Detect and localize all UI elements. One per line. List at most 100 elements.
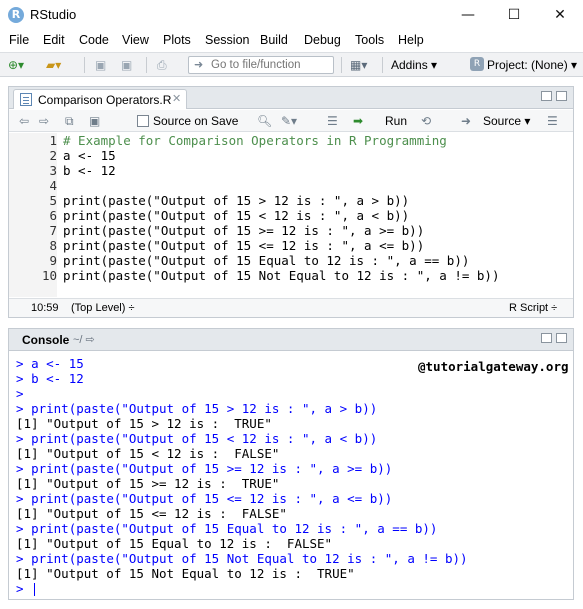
console-prompt: > xyxy=(16,356,32,371)
title-bar: R RStudio — ☐ ✕ xyxy=(0,0,583,30)
console-line-text: [1] "Output of 15 >= 12 is : TRUE" xyxy=(16,476,280,491)
r-file-icon xyxy=(20,93,32,106)
toolbar-divider xyxy=(341,57,342,73)
source-on-save-checkbox[interactable] xyxy=(137,115,149,127)
console-output-line: [1] "Output of 15 < 12 is : FALSE" xyxy=(16,446,279,461)
project-label: Project: (None) xyxy=(487,58,568,72)
console-input-line: > print(paste("Output of 15 >= 12 is : "… xyxy=(16,461,392,476)
close-button[interactable]: ✕ xyxy=(537,0,583,30)
console-line-text: b <- 12 xyxy=(31,371,84,386)
line-number: 3 xyxy=(49,163,57,178)
console-output-line: [1] "Output of 15 Not Equal to 12 is : T… xyxy=(16,566,355,581)
document-outline-icon[interactable]: ☰ xyxy=(327,113,338,129)
console-working-dir: ~/ ⇨ xyxy=(73,334,95,346)
console-output-line: [1] "Output of 15 Equal to 12 is : FALSE… xyxy=(16,536,332,551)
watermark-text: @tutorialgateway.org xyxy=(418,359,569,374)
addins-menu[interactable]: Addins ▾ xyxy=(391,58,437,72)
console-output-line: [1] "Output of 15 >= 12 is : TRUE" xyxy=(16,476,279,491)
console-input-line: > xyxy=(16,581,36,596)
print-icon[interactable]: ⎙ xyxy=(157,57,167,73)
goto-file-input[interactable] xyxy=(211,58,329,72)
console-text-cursor xyxy=(34,583,36,596)
maximize-pane-icon[interactable] xyxy=(556,91,567,101)
console-input-line: > b <- 12 xyxy=(16,371,84,386)
console-prompt: > xyxy=(16,581,32,596)
console-header: Console ~/ ⇨ xyxy=(9,329,573,351)
new-file-icon[interactable]: ⊕▾ xyxy=(8,57,24,73)
run-arrow-icon[interactable]: ➡ xyxy=(353,113,363,129)
code-line: print(paste("Output of 15 <= 12 is : ", … xyxy=(63,238,425,253)
code-editor[interactable]: 1 2 3 4 5 6 7 8 9 10 # Example for Compa… xyxy=(9,133,573,297)
close-tab-icon[interactable]: ✕ xyxy=(172,92,181,105)
editor-tab-bar: Comparison Operators.R ✕ xyxy=(9,87,573,109)
maximize-button[interactable]: ☐ xyxy=(491,0,537,30)
maximize-pane-icon[interactable] xyxy=(556,333,567,343)
run-button[interactable]: Run xyxy=(385,114,407,128)
minimize-pane-icon[interactable] xyxy=(541,91,552,101)
menu-view[interactable]: View xyxy=(122,33,149,47)
line-number-gutter: 1 2 3 4 5 6 7 8 9 10 xyxy=(9,133,57,297)
console-tab-label[interactable]: Console xyxy=(22,333,69,347)
rerun-icon[interactable]: ⟲ xyxy=(421,113,431,129)
menu-help[interactable]: Help xyxy=(398,33,424,47)
back-arrow-icon[interactable]: ⇦ xyxy=(19,113,29,129)
console-prompt: > xyxy=(16,461,32,476)
project-menu[interactable]: Project: (None) ▾ xyxy=(487,58,577,72)
save-all-icon[interactable]: ▣ xyxy=(121,57,132,73)
console-input-line: > a <- 15 xyxy=(16,356,84,371)
menu-edit[interactable]: Edit xyxy=(43,33,65,47)
editor-file-tab[interactable]: Comparison Operators.R ✕ xyxy=(13,89,187,109)
save-file-icon[interactable]: ▣ xyxy=(89,113,100,129)
console-pane: Console ~/ ⇨ @tutorialgateway.org > a <-… xyxy=(8,328,574,600)
menu-plots[interactable]: Plots xyxy=(163,33,191,47)
pane-layout-icon[interactable]: ▦▾ xyxy=(350,57,367,73)
source-editor-pane: Comparison Operators.R ✕ ⇦ ⇨ ⧉ ▣ Source … xyxy=(8,86,574,318)
forward-arrow-icon[interactable]: ⇨ xyxy=(39,113,49,129)
console-output-line: [1] "Output of 15 > 12 is : TRUE" xyxy=(16,416,272,431)
line-number: 6 xyxy=(49,208,57,223)
console-path-label: ~/ xyxy=(73,334,83,346)
open-project-icon[interactable]: ▰▾ xyxy=(46,57,61,73)
console-output[interactable]: @tutorialgateway.org > a <- 15 > b <- 12 >… xyxy=(9,352,573,600)
goto-file-field[interactable]: ➜ xyxy=(188,56,334,74)
line-number: 7 xyxy=(49,223,57,238)
console-input-line: > print(paste("Output of 15 Equal to 12 … xyxy=(16,521,437,536)
save-icon[interactable]: ▣ xyxy=(95,57,106,73)
line-number: 10 xyxy=(41,268,57,283)
console-input-line: > xyxy=(16,386,31,401)
line-number: 8 xyxy=(49,238,57,253)
source-arrow-icon[interactable]: ➜ xyxy=(461,113,471,129)
project-icon: R xyxy=(470,57,484,71)
menu-session[interactable]: Session xyxy=(205,33,249,47)
code-line: print(paste("Output of 15 >= 12 is : ", … xyxy=(63,223,425,238)
editor-toolbar: ⇦ ⇨ ⧉ ▣ Source on Save 🔍︎ ✎▾ ☰ ➡ Run ⟲ ➜… xyxy=(9,110,573,132)
console-line-text: [1] "Output of 15 < 12 is : FALSE" xyxy=(16,446,280,461)
menu-file[interactable]: File xyxy=(9,33,29,47)
code-line: print(paste("Output of 15 < 12 is : ", a… xyxy=(63,208,410,223)
toolbar-divider xyxy=(382,57,383,73)
menu-debug[interactable]: Debug xyxy=(304,33,341,47)
menu-build[interactable]: Build xyxy=(260,33,288,47)
code-line: print(paste("Output of 15 Equal to 12 is… xyxy=(63,253,470,268)
search-icon[interactable]: 🔍︎ xyxy=(257,113,272,129)
console-input-line: > print(paste("Output of 15 < 12 is : ",… xyxy=(16,431,377,446)
scope-selector[interactable]: (Top Level) ÷ xyxy=(71,302,135,314)
code-line: b <- 12 xyxy=(63,163,116,178)
console-output-line: [1] "Output of 15 <= 12 is : FALSE" xyxy=(16,506,287,521)
console-line-text: print(paste("Output of 15 Not Equal to 1… xyxy=(31,551,468,566)
toolbar-divider xyxy=(84,57,85,73)
menu-tools[interactable]: Tools xyxy=(355,33,384,47)
minimize-button[interactable]: — xyxy=(445,0,491,30)
editor-menu-icon[interactable]: ☰ xyxy=(547,113,558,129)
menu-code[interactable]: Code xyxy=(79,33,109,47)
code-tools-wand-icon[interactable]: ✎▾ xyxy=(281,113,297,129)
console-input-line: > print(paste("Output of 15 > 12 is : ",… xyxy=(16,401,377,416)
source-button[interactable]: Source ▾ xyxy=(483,114,530,128)
window-title: RStudio xyxy=(30,7,77,22)
file-type-selector[interactable]: R Script ÷ xyxy=(509,302,557,314)
line-number: 2 xyxy=(49,148,57,163)
minimize-pane-icon[interactable] xyxy=(541,333,552,343)
line-number: 9 xyxy=(49,253,57,268)
show-in-window-icon[interactable]: ⧉ xyxy=(65,113,74,129)
line-number: 4 xyxy=(49,178,57,193)
